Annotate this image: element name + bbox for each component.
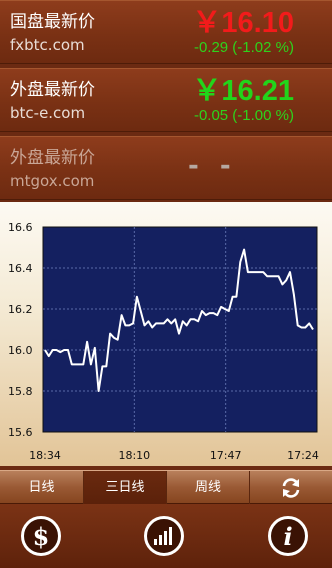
quote-name: 外盘最新价 xyxy=(10,80,95,100)
quote-site: fxbtc.com xyxy=(10,36,85,54)
y-tick-label: 15.6 xyxy=(8,426,33,439)
quote-name: 外盘最新价 xyxy=(10,148,95,168)
chart-button[interactable] xyxy=(144,516,184,556)
range-tabs: 日线 三日线 周线 xyxy=(0,470,332,504)
signal-bars-icon xyxy=(154,527,172,545)
quote-row-btce[interactable]: 外盘最新价 btc-e.com ￥16.21 -0.05 (-1.00 %) xyxy=(0,68,332,132)
quote-row-mtgox[interactable]: 外盘最新价 mtgox.com - - xyxy=(0,136,332,200)
quote-row-fxbtc[interactable]: 国盘最新价 fxbtc.com ￥16.10 -0.29 (-1.02 %) xyxy=(0,0,332,64)
refresh-icon xyxy=(282,477,300,498)
quote-price: ￥16.10 xyxy=(192,7,294,39)
quote-change: -0.05 (-1.00 %) xyxy=(193,107,294,124)
refresh-button[interactable] xyxy=(250,471,332,504)
svg-text:$: $ xyxy=(33,522,50,551)
bottom-toolbar: $ i xyxy=(0,504,332,568)
quote-site: btc-e.com xyxy=(10,104,86,122)
svg-text:i: i xyxy=(283,522,292,551)
quote-site: mtgox.com xyxy=(10,172,95,190)
price-button[interactable]: $ xyxy=(21,516,61,556)
x-tick-label: 17:24 xyxy=(287,449,319,462)
y-tick-label: 15.8 xyxy=(8,385,33,398)
tab-day[interactable]: 日线 xyxy=(0,471,84,504)
price-chart-svg: 16.6 16.4 16.2 16.0 15.8 15.6 18:34 18:10 17:47 1… xyxy=(8,221,319,462)
info-icon: i xyxy=(283,522,292,551)
x-tick-label: 18:34 xyxy=(29,449,61,462)
info-button[interactable]: i xyxy=(268,516,308,556)
price-chart: 16.6 16.4 16.2 16.0 15.8 15.6 18:34 18:10 17:47 1… xyxy=(0,202,332,466)
y-tick-label: 16.6 xyxy=(8,221,33,234)
x-tick-label: 17:47 xyxy=(210,449,242,462)
quote-change: -0.29 (-1.02 %) xyxy=(193,39,294,56)
tab-week[interactable]: 周线 xyxy=(167,471,250,504)
quote-name: 国盘最新价 xyxy=(10,12,95,32)
y-tick-label: 16.0 xyxy=(8,344,33,357)
x-tick-label: 18:10 xyxy=(118,449,150,462)
tab-three-day[interactable]: 三日线 xyxy=(84,471,167,504)
quote-price: ￥16.21 xyxy=(192,75,294,107)
dollar-icon: $ xyxy=(33,522,50,551)
y-tick-label: 16.4 xyxy=(8,262,33,275)
quote-price-empty: - - xyxy=(188,151,237,181)
y-tick-label: 16.2 xyxy=(8,303,33,316)
